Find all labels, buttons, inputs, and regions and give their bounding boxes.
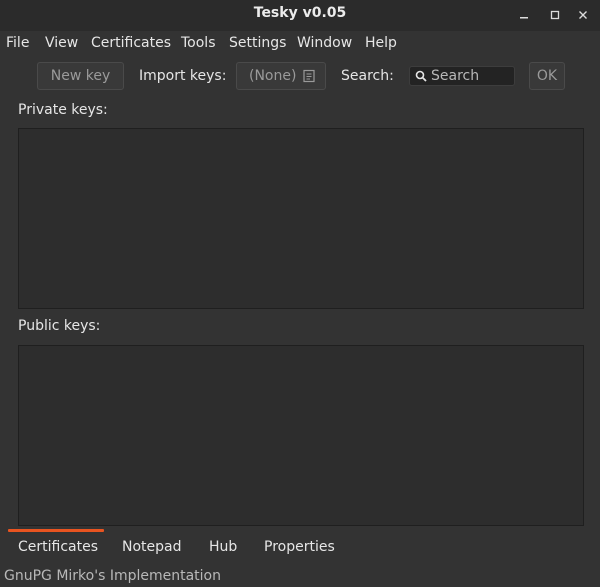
minimize-button[interactable] [513, 4, 535, 26]
new-key-button[interactable]: New key [37, 62, 124, 90]
close-icon [579, 11, 587, 19]
maximize-button[interactable] [544, 4, 566, 26]
menu-bar: File View Certificates Tools Settings Wi… [0, 31, 600, 57]
menu-tools[interactable]: Tools [181, 35, 216, 51]
close-button[interactable] [572, 4, 594, 26]
tab-properties[interactable]: Properties [264, 539, 335, 555]
file-browse-icon [303, 69, 316, 83]
title-bar: Tesky v0.05 [0, 0, 600, 31]
ok-button[interactable]: OK [529, 62, 565, 90]
private-keys-list[interactable] [18, 128, 584, 309]
menu-view[interactable]: View [45, 35, 78, 51]
tab-notepad[interactable]: Notepad [122, 539, 182, 555]
ok-label: OK [536, 68, 558, 84]
search-label: Search: [341, 68, 394, 84]
new-key-label: New key [50, 68, 111, 84]
maximize-icon [550, 10, 560, 20]
public-keys-list[interactable] [18, 345, 584, 526]
status-text: GnuPG Mirko's Implementation [4, 568, 221, 584]
app-window: Tesky v0.05 File View Certificates Tools… [0, 0, 600, 587]
tab-certificates[interactable]: Certificates [18, 539, 98, 555]
search-icon [415, 70, 427, 82]
import-keys-label: Import keys: [139, 68, 227, 84]
search-input[interactable]: Search [409, 66, 515, 86]
import-keys-file-chooser[interactable]: (None) [236, 62, 326, 90]
private-keys-label: Private keys: [18, 102, 108, 118]
menu-window[interactable]: Window [297, 35, 352, 51]
active-tab-indicator [8, 529, 104, 532]
menu-help[interactable]: Help [365, 35, 397, 51]
public-keys-label: Public keys: [18, 318, 101, 334]
menu-file[interactable]: File [6, 35, 29, 51]
menu-settings[interactable]: Settings [229, 35, 286, 51]
minimize-icon [520, 17, 528, 19]
search-placeholder: Search [431, 68, 480, 84]
window-title: Tesky v0.05 [253, 5, 347, 21]
import-keys-value: (None) [249, 68, 297, 84]
status-bar: GnuPG Mirko's Implementation [0, 565, 600, 587]
menu-certificates[interactable]: Certificates [91, 35, 171, 51]
tab-hub[interactable]: Hub [209, 539, 237, 555]
